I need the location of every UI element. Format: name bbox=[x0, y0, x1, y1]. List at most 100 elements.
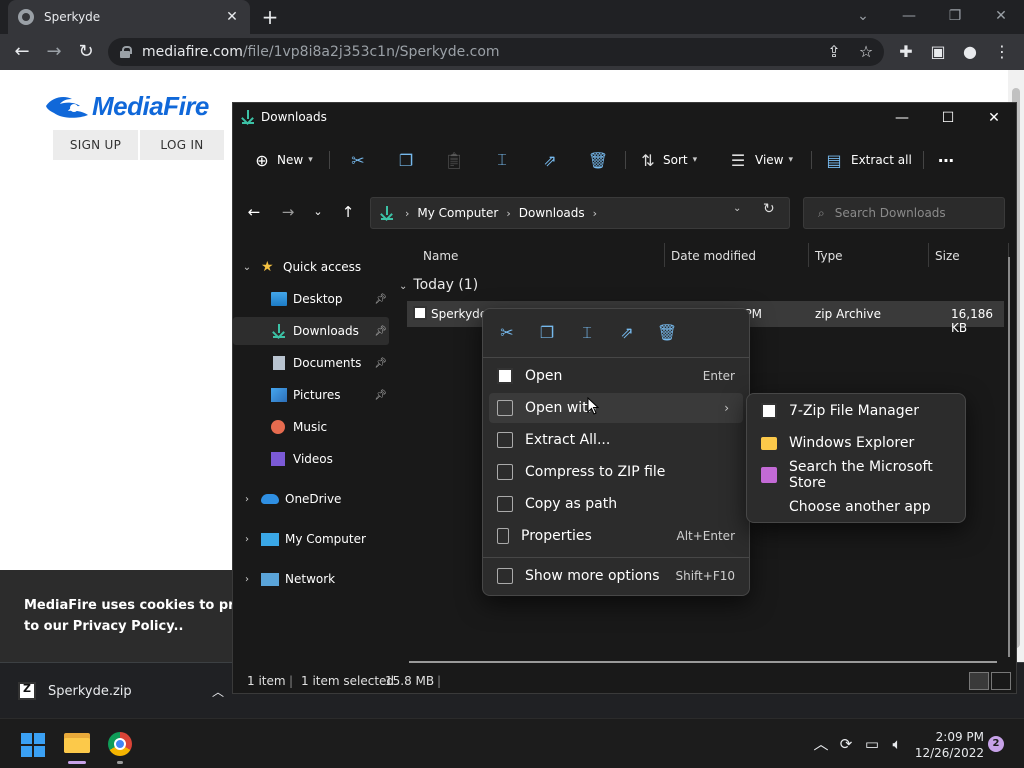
chevron-right-icon[interactable]: › bbox=[506, 207, 510, 220]
lock-icon[interactable] bbox=[120, 46, 132, 58]
menu-item-properties[interactable]: Properties Alt+Enter bbox=[489, 521, 743, 551]
close-window-button[interactable]: ✕ bbox=[978, 4, 1024, 28]
explorer-back-button[interactable]: ← bbox=[243, 201, 265, 223]
nav-videos[interactable]: Videos bbox=[233, 445, 389, 473]
menu-item-extract-all[interactable]: Extract All... bbox=[489, 425, 743, 455]
explorer-address-bar[interactable]: › My Computer › Downloads › bbox=[370, 197, 790, 229]
network-icon[interactable]: ▭ bbox=[862, 733, 882, 755]
search-downloads-box[interactable]: ⌕ bbox=[803, 197, 1005, 229]
column-size[interactable]: Size bbox=[935, 243, 960, 269]
forward-button[interactable]: → bbox=[42, 40, 66, 64]
nav-desktop[interactable]: Desktop 📌︎ bbox=[233, 285, 389, 313]
chevron-right-icon[interactable]: › bbox=[233, 494, 261, 505]
submenu-item-choose-another-app[interactable]: Choose another app bbox=[753, 492, 959, 522]
extensions-icon[interactable]: ✚ bbox=[894, 40, 918, 64]
column-date-modified[interactable]: Date modified bbox=[671, 243, 756, 269]
pin-icon[interactable]: 📌︎ bbox=[374, 390, 387, 401]
nav-my-computer[interactable]: › My Computer bbox=[233, 525, 389, 553]
trash-icon[interactable]: 🗑︎ bbox=[655, 321, 679, 345]
chevron-right-icon[interactable]: › bbox=[233, 534, 261, 545]
submenu-item-windows-explorer[interactable]: Windows Explorer bbox=[753, 428, 959, 458]
notification-badge[interactable]: 2 bbox=[988, 736, 1004, 752]
reload-button[interactable]: ↻ bbox=[74, 40, 98, 64]
explorer-close-button[interactable]: ✕ bbox=[971, 103, 1017, 133]
share-button[interactable]: ⇗ bbox=[539, 145, 561, 175]
clock[interactable]: 2:09 PM 12/26/2022 bbox=[912, 729, 984, 761]
chevron-up-tray-icon[interactable]: ︿ bbox=[812, 733, 830, 755]
chevron-down-icon[interactable]: ⌄ bbox=[399, 281, 407, 292]
search-input[interactable] bbox=[834, 206, 995, 220]
menu-item-copy-as-path[interactable]: Copy as path bbox=[489, 489, 743, 519]
refresh-icon[interactable]: ↻ bbox=[763, 201, 775, 217]
bookmark-star-icon[interactable]: ☆ bbox=[854, 40, 878, 64]
vertical-scrollbar-thumb[interactable] bbox=[1008, 257, 1010, 657]
chevron-down-icon[interactable]: ⌄ bbox=[233, 262, 261, 273]
chrome-menu-icon[interactable]: ⋮ bbox=[990, 40, 1014, 64]
tab-search-icon[interactable]: ⌄ bbox=[840, 4, 886, 28]
tiles-view-button[interactable] bbox=[991, 672, 1011, 690]
sync-icon[interactable]: ⟳ bbox=[836, 733, 856, 755]
copy-icon[interactable]: ❐ bbox=[535, 321, 559, 345]
address-bar[interactable]: mediafire.com/file/1vp8i8a2j353c1n/Sperk… bbox=[108, 38, 884, 66]
column-type[interactable]: Type bbox=[815, 243, 843, 269]
breadcrumb-downloads[interactable]: Downloads bbox=[519, 206, 585, 220]
view-button[interactable]: ☰ View ▾ bbox=[727, 145, 793, 175]
menu-item-show-more-options[interactable]: Show more options Shift+F10 bbox=[489, 561, 743, 591]
download-item[interactable]: Sperkyde.zip ︿ bbox=[0, 663, 232, 719]
submenu-item-7zip[interactable]: 7-Zip File Manager bbox=[753, 396, 959, 426]
chevron-right-icon[interactable]: › bbox=[405, 207, 409, 220]
pin-icon[interactable]: 📌︎ bbox=[374, 326, 387, 337]
cut-scissors-icon[interactable]: ✂ bbox=[495, 321, 519, 345]
mediafire-logo[interactable]: MediaFire bbox=[44, 90, 209, 122]
extract-all-button[interactable]: ▤ Extract all bbox=[823, 145, 911, 175]
menu-item-open-with[interactable]: Open with › bbox=[489, 393, 743, 423]
column-separator[interactable] bbox=[664, 243, 665, 267]
share-icon[interactable]: ⇪ bbox=[822, 40, 846, 64]
side-panel-icon[interactable]: ▣ bbox=[926, 40, 950, 64]
up-button[interactable]: ↑ bbox=[337, 201, 359, 223]
volume-icon[interactable]: 🔈︎ bbox=[886, 733, 908, 755]
back-button[interactable]: ← bbox=[10, 40, 34, 64]
group-header-today[interactable]: ⌄ Today (1) bbox=[399, 277, 478, 293]
submenu-item-microsoft-store[interactable]: Search the Microsoft Store bbox=[753, 459, 959, 491]
column-name[interactable]: Name bbox=[423, 243, 458, 269]
more-options-button[interactable]: ⋯ bbox=[935, 145, 957, 175]
share-arrow-icon[interactable]: ⇗ bbox=[615, 321, 639, 345]
pin-icon[interactable]: 📌︎ bbox=[374, 294, 387, 305]
column-separator[interactable] bbox=[928, 243, 929, 267]
explorer-minimize-button[interactable]: — bbox=[879, 103, 925, 133]
paste-button[interactable]: 📋︎ bbox=[443, 145, 465, 175]
chrome-task-icon[interactable] bbox=[108, 732, 132, 756]
horizontal-scrollbar[interactable] bbox=[409, 661, 997, 663]
browser-tab[interactable]: Sperkyde ✕ bbox=[8, 0, 250, 34]
explorer-forward-button[interactable]: → bbox=[277, 201, 299, 223]
profile-icon[interactable]: ● bbox=[958, 40, 982, 64]
restore-button[interactable]: ❐ bbox=[932, 4, 978, 28]
copy-button[interactable]: ❐ bbox=[395, 145, 417, 175]
sort-button[interactable]: ⇅ Sort ▾ bbox=[637, 145, 697, 175]
chevron-right-icon[interactable]: › bbox=[593, 207, 597, 220]
rename-button[interactable]: ⌶ bbox=[491, 145, 513, 175]
close-tab-icon[interactable]: ✕ bbox=[224, 9, 240, 25]
minimize-button[interactable]: — bbox=[886, 4, 932, 28]
nav-music[interactable]: Music bbox=[233, 413, 389, 441]
delete-button[interactable]: 🗑︎ bbox=[587, 145, 609, 175]
nav-downloads[interactable]: Downloads 📌︎ bbox=[233, 317, 389, 345]
file-explorer-task-icon[interactable] bbox=[64, 731, 90, 753]
sign-up-button[interactable]: SIGN UP bbox=[53, 130, 138, 160]
start-windows-icon[interactable] bbox=[21, 733, 45, 757]
menu-item-open[interactable]: Open Enter bbox=[489, 361, 743, 391]
chevron-up-icon[interactable]: ︿ bbox=[204, 683, 232, 700]
chevron-right-icon[interactable]: › bbox=[233, 574, 261, 585]
rename-icon[interactable]: ⌶ bbox=[575, 321, 599, 345]
log-in-button[interactable]: LOG IN bbox=[140, 130, 224, 160]
nav-onedrive[interactable]: › OneDrive bbox=[233, 485, 389, 513]
pin-icon[interactable]: 📌︎ bbox=[374, 358, 387, 369]
new-tab-button[interactable]: + bbox=[258, 5, 282, 29]
breadcrumb-my-computer[interactable]: My Computer bbox=[417, 206, 498, 220]
nav-pictures[interactable]: Pictures 📌︎ bbox=[233, 381, 389, 409]
cut-button[interactable]: ✂ bbox=[347, 145, 369, 175]
new-button[interactable]: ⊕ New ▾ bbox=[251, 145, 312, 175]
address-dropdown-icon[interactable]: ⌄ bbox=[733, 203, 741, 214]
nav-quick-access[interactable]: ⌄ ★ Quick access bbox=[233, 253, 389, 281]
